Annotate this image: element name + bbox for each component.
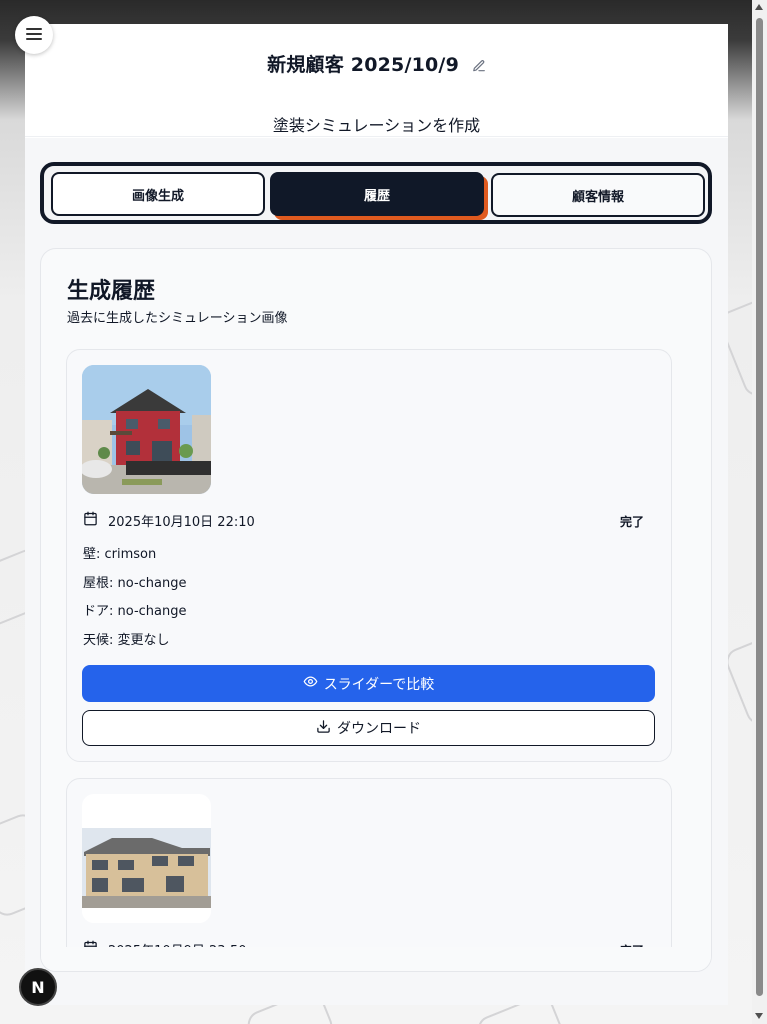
history-datetime-row: 2025年10月10日 22:10 <box>83 511 255 530</box>
door-color: ドア: no-change <box>83 604 187 619</box>
download-button[interactable]: ダウンロード <box>82 710 655 746</box>
next-dev-badge[interactable]: N <box>19 968 57 1006</box>
scrollbar-thumb[interactable] <box>756 18 763 996</box>
page-subtitle: 塗装シミュレーションを作成 <box>272 116 481 135</box>
hamburger-icon <box>26 26 42 45</box>
card-bottom-mask <box>41 947 711 971</box>
scroll-up-arrow-icon[interactable] <box>755 4 763 10</box>
tab-bar: 画像生成 履歴 顧客情報 <box>40 162 712 224</box>
history-title: 生成履歴 <box>67 279 156 304</box>
compare-slider-button[interactable]: スライダーで比較 <box>82 665 655 702</box>
history-item: 2025年10月10日 22:10 完了 壁: crimson 屋根: no-c… <box>66 349 672 762</box>
page-header: 新規顧客 2025/10/9 塗装シミュレーションを作成 <box>25 24 728 137</box>
simulation-thumbnail[interactable] <box>82 794 211 923</box>
compare-slider-label: スライダーで比較 <box>323 676 435 693</box>
wall-color: 壁: crimson <box>83 547 157 562</box>
history-description: 過去に生成したシミュレーション画像 <box>67 311 288 326</box>
status-badge: 完了 <box>619 515 644 529</box>
menu-button[interactable] <box>15 16 53 54</box>
main-panel: 新規顧客 2025/10/9 塗装シミュレーションを作成 画像生成 履歴 顧客情… <box>25 24 728 1005</box>
history-datetime: 2025年10月10日 22:10 <box>108 515 255 530</box>
roof-color: 屋根: no-change <box>83 576 187 591</box>
customer-title: 新規顧客 2025/10/9 <box>267 54 459 76</box>
content-area: 画像生成 履歴 顧客情報 生成履歴 過去に生成したシミュレーション画像 2025… <box>25 138 728 1005</box>
download-label: ダウンロード <box>337 721 421 737</box>
edit-icon[interactable] <box>472 56 486 78</box>
scroll-down-arrow-icon[interactable] <box>755 1013 763 1019</box>
eye-icon <box>303 674 318 693</box>
tab-customer-info[interactable]: 顧客情報 <box>491 173 705 217</box>
tab-history[interactable]: 履歴 <box>270 172 484 216</box>
history-card: 生成履歴 過去に生成したシミュレーション画像 2025年10月10日 22:10… <box>40 248 712 972</box>
download-icon <box>316 719 331 738</box>
tab-image-generation[interactable]: 画像生成 <box>51 172 265 216</box>
simulation-thumbnail[interactable] <box>82 365 211 494</box>
customer-title-row: 新規顧客 2025/10/9 <box>25 50 728 78</box>
vertical-scrollbar[interactable] <box>752 0 767 1024</box>
calendar-icon <box>83 511 98 530</box>
weather-setting: 天候: 変更なし <box>83 633 170 648</box>
history-item: 2025年10月9日 23:50 完了 <box>66 778 672 971</box>
